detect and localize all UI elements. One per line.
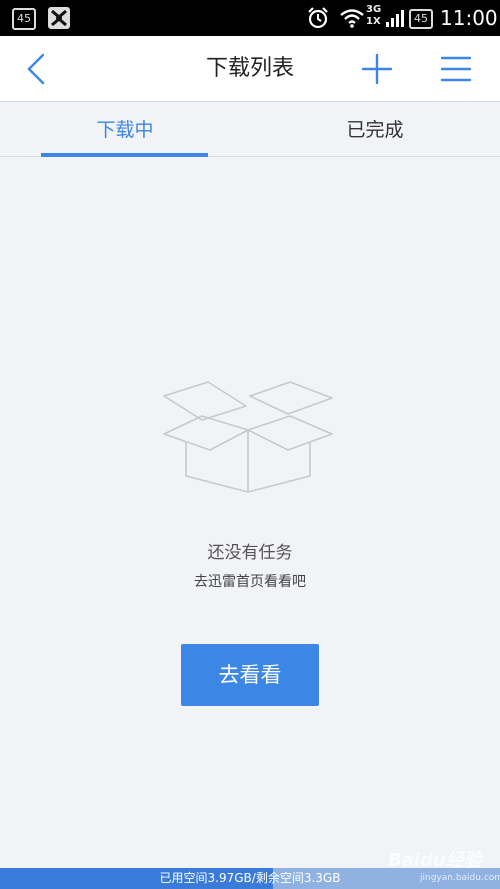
alarm-icon <box>308 7 328 29</box>
clock: 11:00 <box>440 6 498 30</box>
app-notification-icon <box>48 7 70 29</box>
battery-icon: 45 <box>409 9 433 29</box>
plus-icon[interactable] <box>358 50 396 88</box>
back-icon[interactable] <box>20 50 56 88</box>
baidu-watermark: Baidu经验 <box>388 850 482 871</box>
status-bar: 45 3G 1X 45 11:00 <box>0 0 500 36</box>
empty-state-subtitle: 去迅雷首页看看吧 <box>194 574 306 590</box>
tab-completed[interactable]: 已完成 <box>250 102 500 157</box>
network-type-bottom: 1X <box>366 16 381 27</box>
go-look-button[interactable]: 去看看 <box>181 644 319 706</box>
baidu-watermark-url: jingyan.baidu.com <box>420 873 500 883</box>
network-type-top: 3G <box>366 4 382 15</box>
empty-state-title: 还没有任务 <box>207 543 293 563</box>
tab-bar: 下载中 已完成 <box>0 102 500 157</box>
network-type: 3G 1X <box>366 4 381 28</box>
tab-downloading[interactable]: 下载中 <box>0 102 250 157</box>
notification-badge: 45 <box>12 8 36 30</box>
signal-icon <box>386 10 404 27</box>
active-tab-indicator <box>41 153 208 157</box>
menu-icon[interactable] <box>436 50 476 88</box>
page-title: 下载列表 <box>205 56 294 81</box>
download-list-screen: 45 3G 1X 45 11:00 下载列表 下载中 已完成 还没有任务 去迅雷… <box>0 0 500 889</box>
wifi-icon <box>340 9 364 28</box>
empty-box-icon <box>163 381 333 493</box>
app-header: 下载列表 <box>0 36 500 102</box>
